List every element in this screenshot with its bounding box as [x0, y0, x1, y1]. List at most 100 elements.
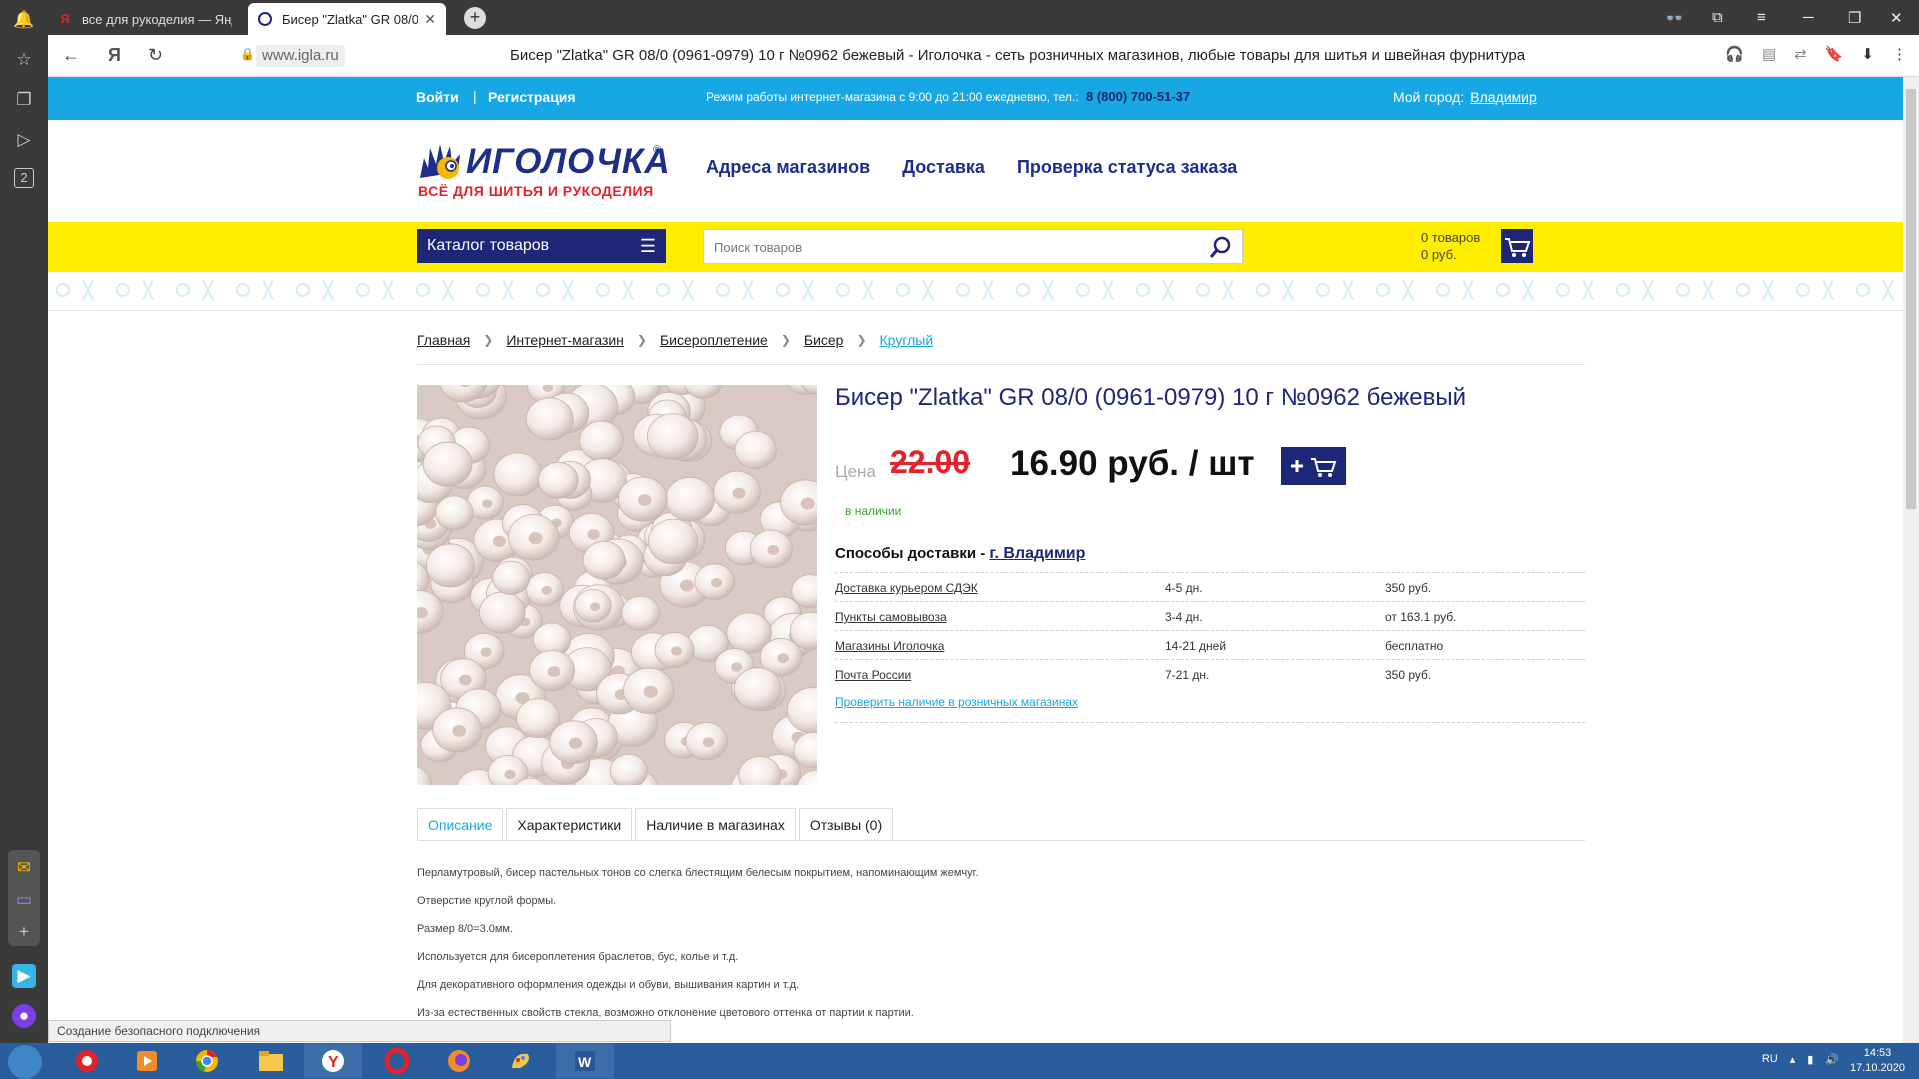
maximize-icon[interactable]: ❐ — [1848, 0, 1861, 35]
file-explorer-icon[interactable] — [242, 1044, 300, 1078]
register-link[interactable]: Регистрация — [488, 89, 576, 105]
system-clock[interactable]: 14:53 17.10.2020 — [1850, 1046, 1905, 1076]
breadcrumb-current[interactable]: Круглый — [880, 332, 934, 348]
alice-icon[interactable]: ● — [12, 1004, 36, 1028]
description-line: Отверстие круглой формы. — [417, 895, 557, 907]
breadcrumb-link[interactable]: Интернет-магазин — [506, 332, 624, 348]
top-info-bar: Войти | Регистрация Режим работы интерне… — [48, 77, 1903, 120]
close-window-icon[interactable]: ✕ — [1890, 0, 1903, 35]
language-indicator[interactable]: RU — [1762, 1053, 1778, 1066]
logo-brand-text: ИГОЛОЧКА — [466, 142, 671, 181]
hedgehog-logo-icon — [420, 144, 460, 179]
catalog-search-bar: Каталог товаров ☰ Поиск товаров 0 товаро… — [48, 222, 1903, 272]
delivery-time: 14-21 дней — [1165, 639, 1227, 653]
delivery-table: Доставка курьером СДЭК 4-5 дн. 350 руб. … — [835, 572, 1585, 688]
login-link[interactable]: Войти — [416, 89, 459, 105]
media-player-icon[interactable] — [118, 1044, 176, 1078]
word-icon[interactable]: W — [556, 1044, 614, 1078]
yandex-browser-icon[interactable]: Y — [304, 1044, 362, 1078]
delivery-price: от 163.1 руб. — [1385, 610, 1457, 624]
headphones-icon[interactable]: 🎧 — [1725, 45, 1744, 63]
chrome-icon[interactable] — [178, 1044, 236, 1078]
network-icon[interactable]: ▮ — [1807, 1053, 1813, 1066]
delivery-city-link[interactable]: г. Владимир — [989, 545, 1085, 562]
volume-icon[interactable]: 🔊 — [1825, 1053, 1839, 1066]
tabs-count-badge[interactable]: 2 — [14, 168, 34, 188]
catalog-button[interactable]: Каталог товаров ☰ — [417, 229, 666, 263]
scrollbar-thumb[interactable] — [1906, 89, 1916, 509]
opera-gx-icon[interactable] — [58, 1044, 116, 1078]
browser-tab-2[interactable]: Бисер "Zlatka" GR 08/0 ✕ — [248, 3, 446, 35]
paint-icon[interactable] — [492, 1044, 550, 1078]
tab-characteristics[interactable]: Характеристики — [506, 808, 633, 840]
nav-stores-link[interactable]: Адреса магазинов — [706, 157, 870, 178]
downloads-icon[interactable]: ⬇ — [1861, 45, 1874, 63]
bookmark-icon[interactable]: 🔖 — [1825, 45, 1844, 63]
product-image[interactable] — [417, 385, 817, 785]
logo-slogan: ВСЁ ДЛЯ ШИТЬЯ И РУКОДЕЛИЯ — [418, 183, 654, 199]
bookmarks-icon[interactable]: ⧉ — [1712, 0, 1723, 35]
check-stock-link[interactable]: Проверить наличие в розничных магазинах — [835, 695, 1078, 709]
city-label: Мой город: — [1393, 89, 1465, 105]
logo-registered-mark: ® — [653, 144, 662, 156]
breadcrumb-link[interactable]: Бисер — [804, 332, 844, 348]
search-input[interactable]: Поиск товаров — [703, 229, 1243, 264]
reader-mode-icon[interactable]: 👓 — [1665, 0, 1684, 35]
browser-tab-1[interactable]: Я все для рукоделия — Янд — [48, 3, 242, 35]
star-icon[interactable]: ☆ — [12, 48, 36, 72]
clock-time: 14:53 — [1863, 1047, 1892, 1059]
site-logo[interactable]: ИГОЛОЧКА ® ВСЁ ДЛЯ ШИТЬЯ И РУКОДЕЛИЯ — [418, 138, 670, 208]
lock-icon: 🔒 — [240, 47, 255, 61]
delivery-method-link[interactable]: Пункты самовывоза — [835, 610, 947, 624]
reader-icon[interactable]: ▤ — [1762, 45, 1776, 63]
more-icon[interactable]: ⋮ — [1892, 45, 1907, 63]
translate-icon[interactable]: ⇄ — [1794, 45, 1807, 63]
collections-icon[interactable]: ❐ — [12, 88, 36, 112]
cart-summary[interactable]: 0 товаров 0 руб. — [1421, 229, 1480, 263]
add-panel-icon[interactable]: + — [12, 920, 36, 944]
nav-order-status-link[interactable]: Проверка статуса заказа — [1017, 157, 1237, 178]
tab-reviews[interactable]: Отзывы (0) — [798, 808, 894, 840]
tray-arrow-icon[interactable]: ▴ — [1790, 1053, 1796, 1066]
search-icon[interactable] — [1208, 234, 1234, 260]
menu-icon[interactable]: ≡ — [1757, 0, 1766, 35]
cart-button[interactable] — [1501, 229, 1533, 263]
chat-icon[interactable]: ▭ — [12, 888, 36, 912]
yandex-home-icon[interactable]: Я — [108, 45, 121, 66]
url-field[interactable]: www.igla.ru — [256, 45, 345, 67]
mail-icon[interactable]: ✉ — [12, 856, 36, 880]
back-icon[interactable]: ← — [62, 45, 80, 66]
phone-link[interactable]: 8 (800) 700-51-37 — [1086, 89, 1190, 104]
city-selector[interactable]: Мой город: Владимир — [1393, 89, 1537, 105]
minimize-icon[interactable]: ─ — [1803, 0, 1814, 35]
tab-description[interactable]: Описание — [417, 808, 504, 840]
opera-icon[interactable] — [368, 1044, 426, 1078]
firefox-icon[interactable] — [430, 1044, 488, 1078]
close-tab-icon[interactable]: ✕ — [424, 11, 436, 28]
play-icon[interactable]: ▷ — [12, 128, 36, 152]
delivery-time: 3-4 дн. — [1165, 610, 1203, 624]
page-scrollbar[interactable] — [1903, 77, 1919, 1043]
divider — [417, 364, 1585, 365]
messenger-icon[interactable]: ▶ — [12, 964, 36, 988]
work-hours-text: Режим работы интернет-магазина с 9:00 до… — [706, 90, 1079, 104]
delivery-time: 7-21 дн. — [1165, 668, 1210, 682]
page-title: Бисер "Zlatka" GR 08/0 (0961-0979) 10 г … — [510, 47, 1526, 64]
new-tab-button[interactable]: + — [464, 7, 486, 29]
breadcrumb-link[interactable]: Бисероплетение — [660, 332, 768, 348]
delivery-method-link[interactable]: Магазины Иголочка — [835, 639, 944, 653]
tab-store-availability[interactable]: Наличие в магазинах — [635, 808, 796, 840]
svg-text:W: W — [578, 1054, 592, 1070]
bell-icon[interactable]: 🔔 — [12, 8, 36, 32]
reload-icon[interactable]: ↻ — [148, 45, 163, 66]
add-to-cart-button[interactable] — [1281, 447, 1346, 485]
start-button[interactable] — [8, 1045, 42, 1079]
web-page: Войти | Регистрация Режим работы интерне… — [48, 77, 1903, 1043]
catalog-label: Каталог товаров — [427, 237, 550, 254]
delivery-method-link[interactable]: Почта России — [835, 668, 911, 682]
city-value[interactable]: Владимир — [1470, 89, 1537, 105]
delivery-method-link[interactable]: Доставка курьером СДЭК — [835, 581, 978, 595]
breadcrumb-link[interactable]: Главная — [417, 332, 470, 348]
old-price: 22.00 — [890, 444, 971, 480]
nav-delivery-link[interactable]: Доставка — [902, 157, 985, 178]
